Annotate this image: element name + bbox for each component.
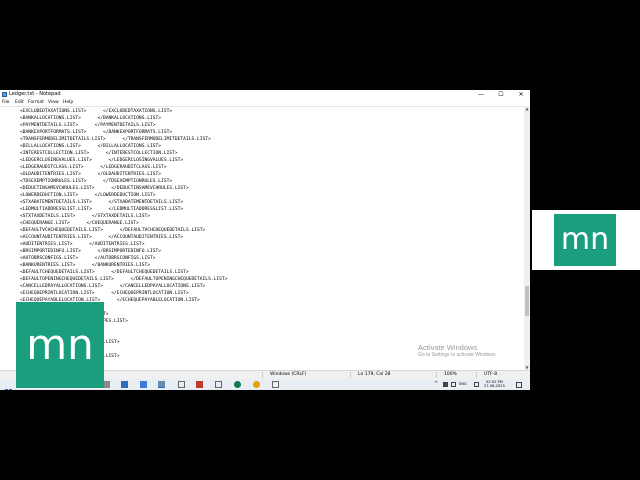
text-line: <STXTAXDETAILS.LIST> </STXTAXDETAILS.LIS…	[20, 214, 150, 219]
status-position: Ln 179, Col 28	[358, 372, 391, 377]
notepad-taskbar-icon[interactable]	[158, 381, 165, 388]
chrome-icon[interactable]	[253, 381, 260, 388]
start-icon[interactable]	[5, 381, 12, 390]
text-line: <BILLALLOCATIONS.LIST> </BILLALLOCATIONS…	[20, 144, 162, 149]
text-line: <PAYMENTDETAILS.LIST> </PAYMENTDETAILS.L…	[20, 123, 156, 128]
language-indicator[interactable]: ENG	[459, 379, 467, 390]
app-icon[interactable]	[196, 381, 203, 388]
status-divider	[436, 372, 437, 378]
browser-icon[interactable]	[234, 381, 241, 388]
close-button[interactable]: ✕	[514, 90, 528, 99]
status-zoom: 100%	[444, 372, 457, 377]
activate-subtitle: Go to Settings to activate Windows.	[418, 352, 497, 358]
text-line: <LEDGERCLOSINGVALUES.LIST> </LEDGERCLOSI…	[20, 158, 184, 163]
scrollbar-thumb[interactable]	[525, 286, 529, 316]
status-divider	[476, 372, 477, 378]
app-icon[interactable]	[140, 381, 147, 388]
text-line: <EXCLUDEDTAXATIONS.LIST> </EXCLUDEDTAXAT…	[20, 109, 173, 114]
activate-title: Activate Windows	[418, 343, 478, 352]
network-icon[interactable]	[443, 382, 448, 387]
text-line: <BANKALLOCATIONS.LIST> </BANKALLOCATIONS…	[20, 116, 162, 121]
app-icon[interactable]	[215, 381, 222, 388]
menu-help[interactable]: Help	[63, 99, 73, 106]
text-line: <DEFAULTCHEQUEDETAILS.LIST> </DEFAULTCHE…	[20, 270, 189, 275]
text-line: <INTERESTCOLLECTION.LIST> </INTERESTCOLL…	[20, 151, 178, 156]
menu-format[interactable]: Format	[28, 99, 44, 106]
minimize-button[interactable]: —	[474, 90, 488, 99]
text-line: <OLDAUDITENTRIES.LIST> </OLDAUDITENTRIES…	[20, 172, 162, 177]
app-icon[interactable]	[103, 381, 110, 388]
text-line: <AUTOBRSCONFIGS.LIST> </AUTOBRSCONFIGS.L…	[20, 256, 156, 261]
window-title: Ledger.txt - Notepad	[9, 91, 61, 97]
activate-windows-watermark: Activate Windows Go to Settings to activ…	[418, 343, 497, 359]
text-line: <CANCELLEDPAYALLOCATIONS.LIST> </CANCELL…	[20, 284, 206, 289]
text-line: <TDSEXEMPTIONRULES.LIST> </TDSEXEMPTIONR…	[20, 179, 173, 184]
menu-file[interactable]: File	[2, 99, 10, 106]
text-line: <CHEQUERANGE.LIST> </CHEQUERANGE.LIST>	[20, 221, 139, 226]
maximize-button[interactable]: ☐	[494, 90, 508, 99]
app-icon[interactable]	[178, 381, 185, 388]
volume-icon[interactable]	[451, 382, 456, 387]
clock-date[interactable]: 27-06-2025	[484, 384, 505, 389]
text-line: <ACCOUNTAUDITENTRIES.LIST> </ACCOUNTAUDI…	[20, 235, 184, 240]
tray-arrow-icon[interactable]: ^	[434, 379, 438, 390]
text-line: <DEDUCTINSAMEVCHRULES.LIST> </DEDUCTINSA…	[20, 186, 189, 191]
status-divider	[262, 372, 263, 378]
menu-edit[interactable]: Edit	[15, 99, 24, 106]
text-line: <BRSIMPORTEDINFO.LIST> </BRSIMPORTEDINFO…	[20, 249, 162, 254]
notification-icon[interactable]	[516, 382, 522, 388]
channel-logo-right: mn	[532, 210, 640, 270]
menu-view[interactable]: View	[48, 99, 59, 106]
title-bar: Ledger.txt - Notepad — ☐ ✕	[0, 90, 530, 99]
text-line: <ECHEQUEPRINTLOCATION.LIST> </ECHEQUEPRI…	[20, 291, 189, 296]
text-line: <LEDGERAUDITCLASS.LIST> </LEDGERAUDITCLA…	[20, 165, 167, 170]
scroll-up-icon[interactable]: ▲	[524, 106, 530, 111]
logo-text: mn	[16, 302, 104, 388]
text-line: <LOWERDEDUCTION.LIST> </LOWERDEDUCTION.L…	[20, 193, 156, 198]
app-icon[interactable]	[121, 381, 128, 388]
text-line: <STXABATEMENTDETAILS.LIST> </STXABATEMEN…	[20, 200, 184, 205]
menu-bar: File Edit Format View Help	[0, 99, 530, 106]
vertical-scrollbar[interactable]: ▲ ▼	[524, 106, 530, 370]
notepad-icon	[2, 92, 7, 97]
text-line: <BANKEXPORTFORMATS.LIST> </BANKEXPORTFOR…	[20, 130, 173, 135]
text-line: <AUDITENTRIES.LIST> </AUDITENTRIES.LIST>	[20, 242, 145, 247]
text-line: <TRANSFERMODELIMITDETAILS.LIST> </TRANSF…	[20, 137, 211, 142]
status-encoding: Windows (CRLF)	[270, 372, 307, 377]
app-icon[interactable]	[272, 381, 279, 388]
channel-logo-left: mn	[16, 302, 104, 388]
text-line: <DEFAULTVCHCHEQUEDETAILS.LIST> </DEFAULT…	[20, 228, 206, 233]
text-line: <DEFAULTOPENINGCHEQUEDETAILS.LIST> </DEF…	[20, 277, 228, 282]
logo-text: mn	[554, 214, 616, 266]
text-line: <BANKURENTRIES.LIST> </BANKURENTRIES.LIS…	[20, 263, 150, 268]
status-charset: UTF-8	[484, 372, 498, 377]
status-divider	[350, 372, 351, 378]
wifi-icon[interactable]	[474, 382, 479, 387]
text-line: <LEDMULTIADDRESSLIST.LIST> </LEDMULTIADD…	[20, 207, 184, 212]
